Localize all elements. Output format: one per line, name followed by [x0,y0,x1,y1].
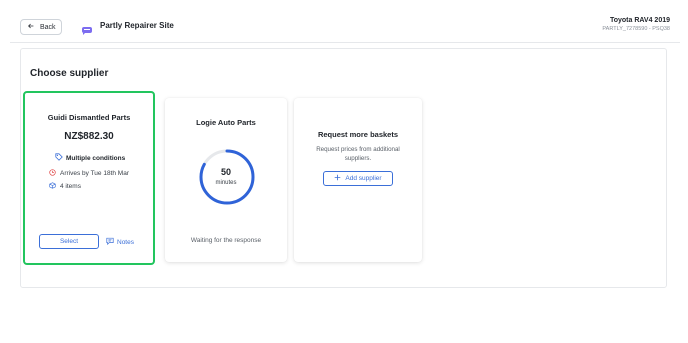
page-frame: Back Partly Repairer Site Toyota RAV4 20… [10,10,680,288]
add-supplier-label: Add supplier [345,175,382,182]
site-title: Partly Repairer Site [100,21,174,30]
header: Back Partly Repairer Site Toyota RAV4 20… [10,10,680,43]
request-baskets-description: Request prices from additional suppliers… [316,146,400,162]
request-baskets-card: Request more baskets Request prices from… [294,98,422,262]
supplier-card-logie: Logie Auto Parts 50 minutes Waiting for … [165,98,287,262]
notes-button[interactable]: Notes [106,237,134,247]
supplier-price: NZ$882.30 [64,131,114,142]
items-text: 4 items [60,183,81,190]
conditions-text: Multiple conditions [66,154,126,162]
countdown-unit: minutes [215,180,237,186]
site-logo-icon [82,22,92,35]
countdown-ring [199,149,255,205]
vehicle-info: Toyota RAV4 2019 PARTLY_7278590 - PSQ38 [602,16,670,33]
request-baskets-title: Request more baskets [317,130,399,139]
supplier-name: Guidi Dismantled Parts [47,113,131,122]
countdown-value: 50 [220,167,231,177]
vehicle-code: PARTLY_7278590 - PSQ38 [602,26,670,32]
box-icon [49,182,56,191]
arrow-left-icon [27,22,35,32]
clock-icon [49,169,56,178]
plus-icon [334,174,341,183]
conditions-row: Multiple conditions [55,153,125,163]
supplier-panel: Choose supplier Guidi Dismantled Parts N… [20,48,667,288]
status-text: Waiting for the response [190,237,262,244]
section-title: Choose supplier [30,68,109,79]
arrival-text: Arrives by Tue 18th Mar [60,170,129,177]
supplier-card-guidi[interactable]: Guidi Dismantled Parts NZ$882.30 Multipl… [23,91,155,265]
vehicle-name: Toyota RAV4 2019 [609,17,670,24]
add-supplier-button[interactable]: Add supplier [323,171,393,186]
notes-label: Notes [117,238,134,246]
items-row: 4 items [49,182,81,191]
back-label: Back [40,23,56,31]
back-button[interactable]: Back [20,19,62,35]
select-button[interactable]: Select [39,234,99,249]
tag-icon [55,153,63,163]
note-icon [106,237,114,247]
supplier-name: Logie Auto Parts [196,118,256,127]
arrival-row: Arrives by Tue 18th Mar [49,169,129,178]
